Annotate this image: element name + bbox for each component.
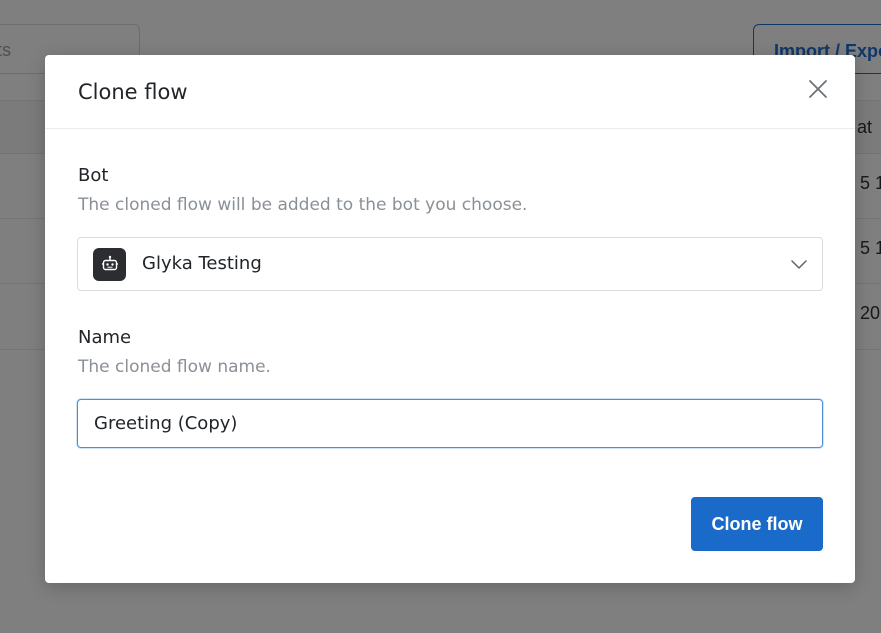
close-icon [808,79,828,104]
robot-icon [93,248,126,281]
chevron-down-icon [790,256,808,274]
bot-select-value: Glyka Testing [142,253,262,274]
bot-field-help: The cloned flow will be added to the bot… [78,195,528,215]
clone-flow-button[interactable]: Clone flow [691,497,823,551]
dialog-title: Clone flow [78,80,188,104]
name-field-help: The cloned flow name. [78,357,271,377]
name-field-label: Name [78,327,132,348]
dialog-header: Clone flow [45,55,855,129]
bot-select[interactable]: Glyka Testing [77,237,823,291]
clone-flow-dialog: Clone flow Bot The cloned flow will be a… [45,55,855,583]
close-button[interactable] [803,76,833,106]
bot-field-label: Bot [78,165,109,186]
flow-name-input[interactable] [77,399,823,448]
